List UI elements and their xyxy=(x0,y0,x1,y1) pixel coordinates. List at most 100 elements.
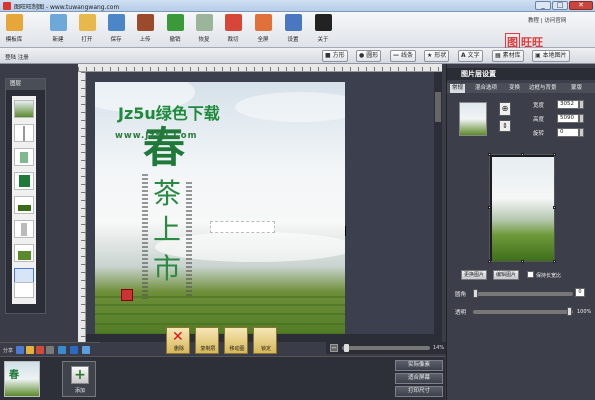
resize-handle[interactable] xyxy=(553,206,556,209)
rectangle-button[interactable]: ■ 方形 xyxy=(322,50,348,62)
redo-button[interactable]: 恢复 xyxy=(193,14,215,46)
zoom-slider-knob[interactable] xyxy=(344,344,349,352)
layer-thumb[interactable] xyxy=(14,124,34,142)
mail-icon[interactable] xyxy=(46,346,54,354)
field-row xyxy=(95,304,345,306)
layer-thumb[interactable] xyxy=(14,244,34,262)
user-icon[interactable] xyxy=(70,346,78,354)
opacity-slider[interactable] xyxy=(473,310,573,314)
resize-handle[interactable] xyxy=(553,153,556,156)
tab-blend[interactable]: 混合选项 xyxy=(473,84,499,93)
ruler-tick xyxy=(166,67,167,71)
opacity-slider-knob[interactable] xyxy=(567,307,572,316)
preview-image xyxy=(492,157,554,261)
undo-button[interactable]: 撤销 xyxy=(164,14,186,46)
layer-thumb-mark xyxy=(21,223,27,236)
crop-button[interactable]: 裁切 xyxy=(222,14,244,46)
ruler-tick xyxy=(382,67,383,71)
vertical-scrollbar[interactable] xyxy=(434,72,442,342)
rotate-spinner[interactable] xyxy=(579,128,584,137)
fit-screen-button[interactable]: 适合屏幕 xyxy=(395,373,443,384)
material-library-button[interactable]: ▦ 素材库 xyxy=(492,50,524,62)
line-button[interactable]: — 线条 xyxy=(390,50,417,62)
minimize-button[interactable]: _ xyxy=(535,1,551,10)
scroll-thumb[interactable] xyxy=(435,92,441,122)
tab-general[interactable]: 常规 xyxy=(450,84,466,93)
layer-thumb[interactable] xyxy=(14,196,34,214)
shape-button[interactable]: ★ 形状 xyxy=(424,50,450,62)
layer-thumb[interactable] xyxy=(14,100,34,118)
lock-button[interactable]: 锁定 xyxy=(253,327,277,354)
save-button[interactable]: 保存 xyxy=(105,14,127,46)
tab-transform[interactable]: 变换 xyxy=(507,84,522,93)
zoom-out-button[interactable]: − xyxy=(330,344,338,352)
qq-icon[interactable] xyxy=(16,346,24,354)
star-icon[interactable] xyxy=(26,346,34,354)
image-preview[interactable] xyxy=(488,153,556,263)
layer-thumb[interactable] xyxy=(14,148,34,166)
maximize-button[interactable]: □ xyxy=(552,1,568,10)
ruler-tick xyxy=(342,67,343,71)
resize-handle[interactable] xyxy=(521,153,524,156)
layer-thumb[interactable] xyxy=(14,282,34,298)
tool-label: 移动图 xyxy=(229,346,245,352)
height-input[interactable]: 5090 xyxy=(557,114,579,123)
actual-pixels-button[interactable]: 实际像素 xyxy=(395,360,443,371)
ruler-tick xyxy=(198,67,199,71)
share-icon[interactable] xyxy=(58,346,66,354)
text-button[interactable]: A 文字 xyxy=(458,50,483,62)
upload-button[interactable]: 上传 xyxy=(134,14,156,46)
selection-box[interactable] xyxy=(210,221,275,233)
resize-handle[interactable] xyxy=(488,206,491,209)
arrow-icon[interactable]: ⇕ xyxy=(499,120,511,132)
radius-slider[interactable] xyxy=(473,292,573,296)
keep-ratio-checkbox[interactable] xyxy=(527,271,534,278)
link-lock-icon[interactable]: ⊕ xyxy=(499,102,511,116)
tool-label: 锁定 xyxy=(260,346,271,352)
rotate-input[interactable]: 0 xyxy=(557,128,579,137)
circle-button[interactable]: ● 圆形 xyxy=(356,50,382,62)
layer-thumb-mark xyxy=(20,152,28,163)
ruler-tick xyxy=(270,67,271,71)
page-thumbnail[interactable]: 春 xyxy=(4,361,40,397)
about-button[interactable]: 关于 xyxy=(312,14,334,46)
zoom-slider[interactable] xyxy=(342,346,430,350)
top-links[interactable]: 教程 | 访问官网 xyxy=(528,16,566,24)
tab-mask[interactable]: 蒙版 xyxy=(569,84,584,93)
change-image-button[interactable]: 更换图片 xyxy=(461,270,488,280)
weibo-icon[interactable] xyxy=(36,346,44,354)
template-library-button[interactable]: 模板库 xyxy=(3,14,25,46)
resize-handle[interactable] xyxy=(488,260,491,263)
close-button[interactable]: ✕ xyxy=(569,1,593,10)
resize-handle[interactable] xyxy=(553,260,556,263)
add-page-button[interactable]: + 添加 xyxy=(62,361,96,397)
local-image-button[interactable]: ▣ 本地图片 xyxy=(532,50,570,62)
radius-value[interactable]: 0 xyxy=(575,288,585,297)
settings-button[interactable]: 设置 xyxy=(282,14,304,46)
new-button[interactable]: 新建 xyxy=(47,14,69,46)
resize-handle[interactable] xyxy=(521,260,524,263)
width-input[interactable]: 3052 xyxy=(557,100,579,109)
edit-image-button[interactable]: 编辑图片 xyxy=(493,270,520,280)
layer-thumb[interactable] xyxy=(14,172,34,190)
width-spinner[interactable] xyxy=(579,100,584,109)
fullscreen-button[interactable]: 全屏 xyxy=(252,14,274,46)
radius-slider-knob[interactable] xyxy=(473,289,478,298)
vertical-text-column xyxy=(142,174,148,299)
open-button[interactable]: 打开 xyxy=(76,14,98,46)
toolbar-label: 上传 xyxy=(139,37,151,43)
layer-thumb[interactable] xyxy=(14,220,34,238)
delete-button[interactable]: ✕ 删除 xyxy=(166,327,190,354)
copy-layer-button[interactable]: 复制层 xyxy=(195,327,219,354)
add-icon: + xyxy=(71,366,89,384)
plus-share-icon[interactable] xyxy=(82,346,90,354)
print-size-button[interactable]: 打印尺寸 xyxy=(395,386,443,397)
tab-border[interactable]: 边框与背景 xyxy=(527,84,559,93)
login-register-link[interactable]: 登陆 注册 xyxy=(5,53,29,61)
move-button[interactable]: 移动图 xyxy=(224,327,248,354)
shape-label: 圆形 xyxy=(366,52,379,59)
resize-handle[interactable] xyxy=(488,153,491,156)
height-spinner[interactable] xyxy=(579,114,584,123)
layer-thumb-mark xyxy=(18,205,31,211)
height-label: 高度 xyxy=(533,117,545,123)
